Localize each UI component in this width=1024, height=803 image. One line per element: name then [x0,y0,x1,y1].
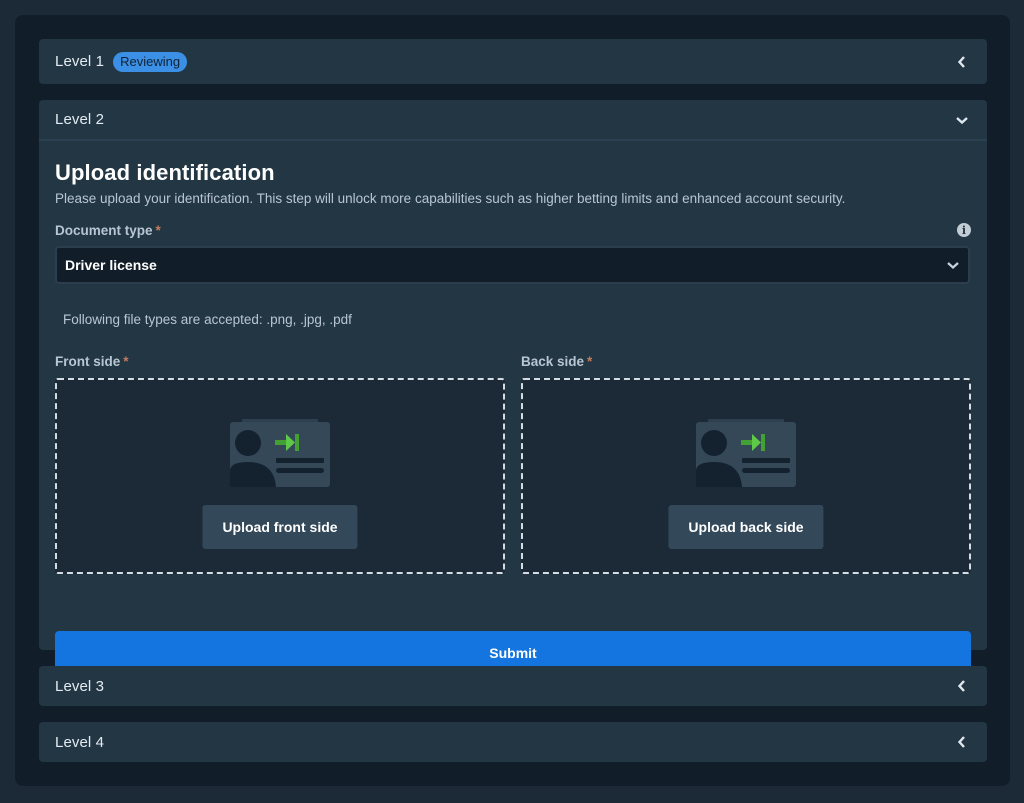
level-title: Level 1 [55,53,105,70]
level-title: Level 4 [55,733,105,751]
required-mark: * [587,354,593,369]
document-type-select[interactable]: Driver license [55,246,970,284]
chevron-left-icon[interactable] [955,679,969,693]
upload-back-button[interactable]: Upload back side [668,505,824,549]
selected-value: Driver license [65,257,157,273]
accordion-header-level-2[interactable]: Level 2 [39,100,987,141]
label-text: Document type [55,223,153,238]
upload-front-button[interactable]: Upload front side [202,505,358,549]
status-badge: Reviewing [113,51,188,72]
chevron-left-icon[interactable] [955,735,969,749]
label-text: Back side [521,354,585,369]
chevron-left-icon[interactable] [955,55,969,69]
back-side-label: Back side * [521,354,592,369]
required-mark: * [123,354,129,369]
chevron-down-icon[interactable] [955,113,969,127]
id-card-upload-icon [696,419,796,487]
back-side-dropzone[interactable]: Upload back side [521,378,971,574]
accordion-header-level-1[interactable]: Level 1 Reviewing [39,39,987,84]
accordion-header-level-4[interactable]: Level 4 [39,722,987,762]
level-title: Level 2 [55,111,105,128]
front-side-label: Front side * [55,354,129,369]
label-text: Front side [55,354,121,369]
chevron-down-icon [946,258,960,272]
id-card-upload-icon [230,419,330,487]
accordion-level-2: Level 2 Upload identification Please upl… [39,100,987,675]
accordion-level-4: Level 4 [39,722,987,762]
document-type-label: Document type * [55,223,161,238]
page-title: Upload identification [55,160,275,185]
accordion-level-1: Level 1 Reviewing [39,39,987,84]
accepted-file-types: Following file types are accepted: .png,… [63,312,352,327]
front-side-dropzone[interactable]: Upload front side [55,378,505,574]
description: Please upload your identification. This … [55,191,846,206]
info-icon[interactable]: i [957,223,971,237]
level-title: Level 3 [55,677,105,695]
accordion-level-3: Level 3 [39,666,987,706]
accordion-header-level-3[interactable]: Level 3 [39,666,987,706]
required-mark: * [155,223,161,238]
